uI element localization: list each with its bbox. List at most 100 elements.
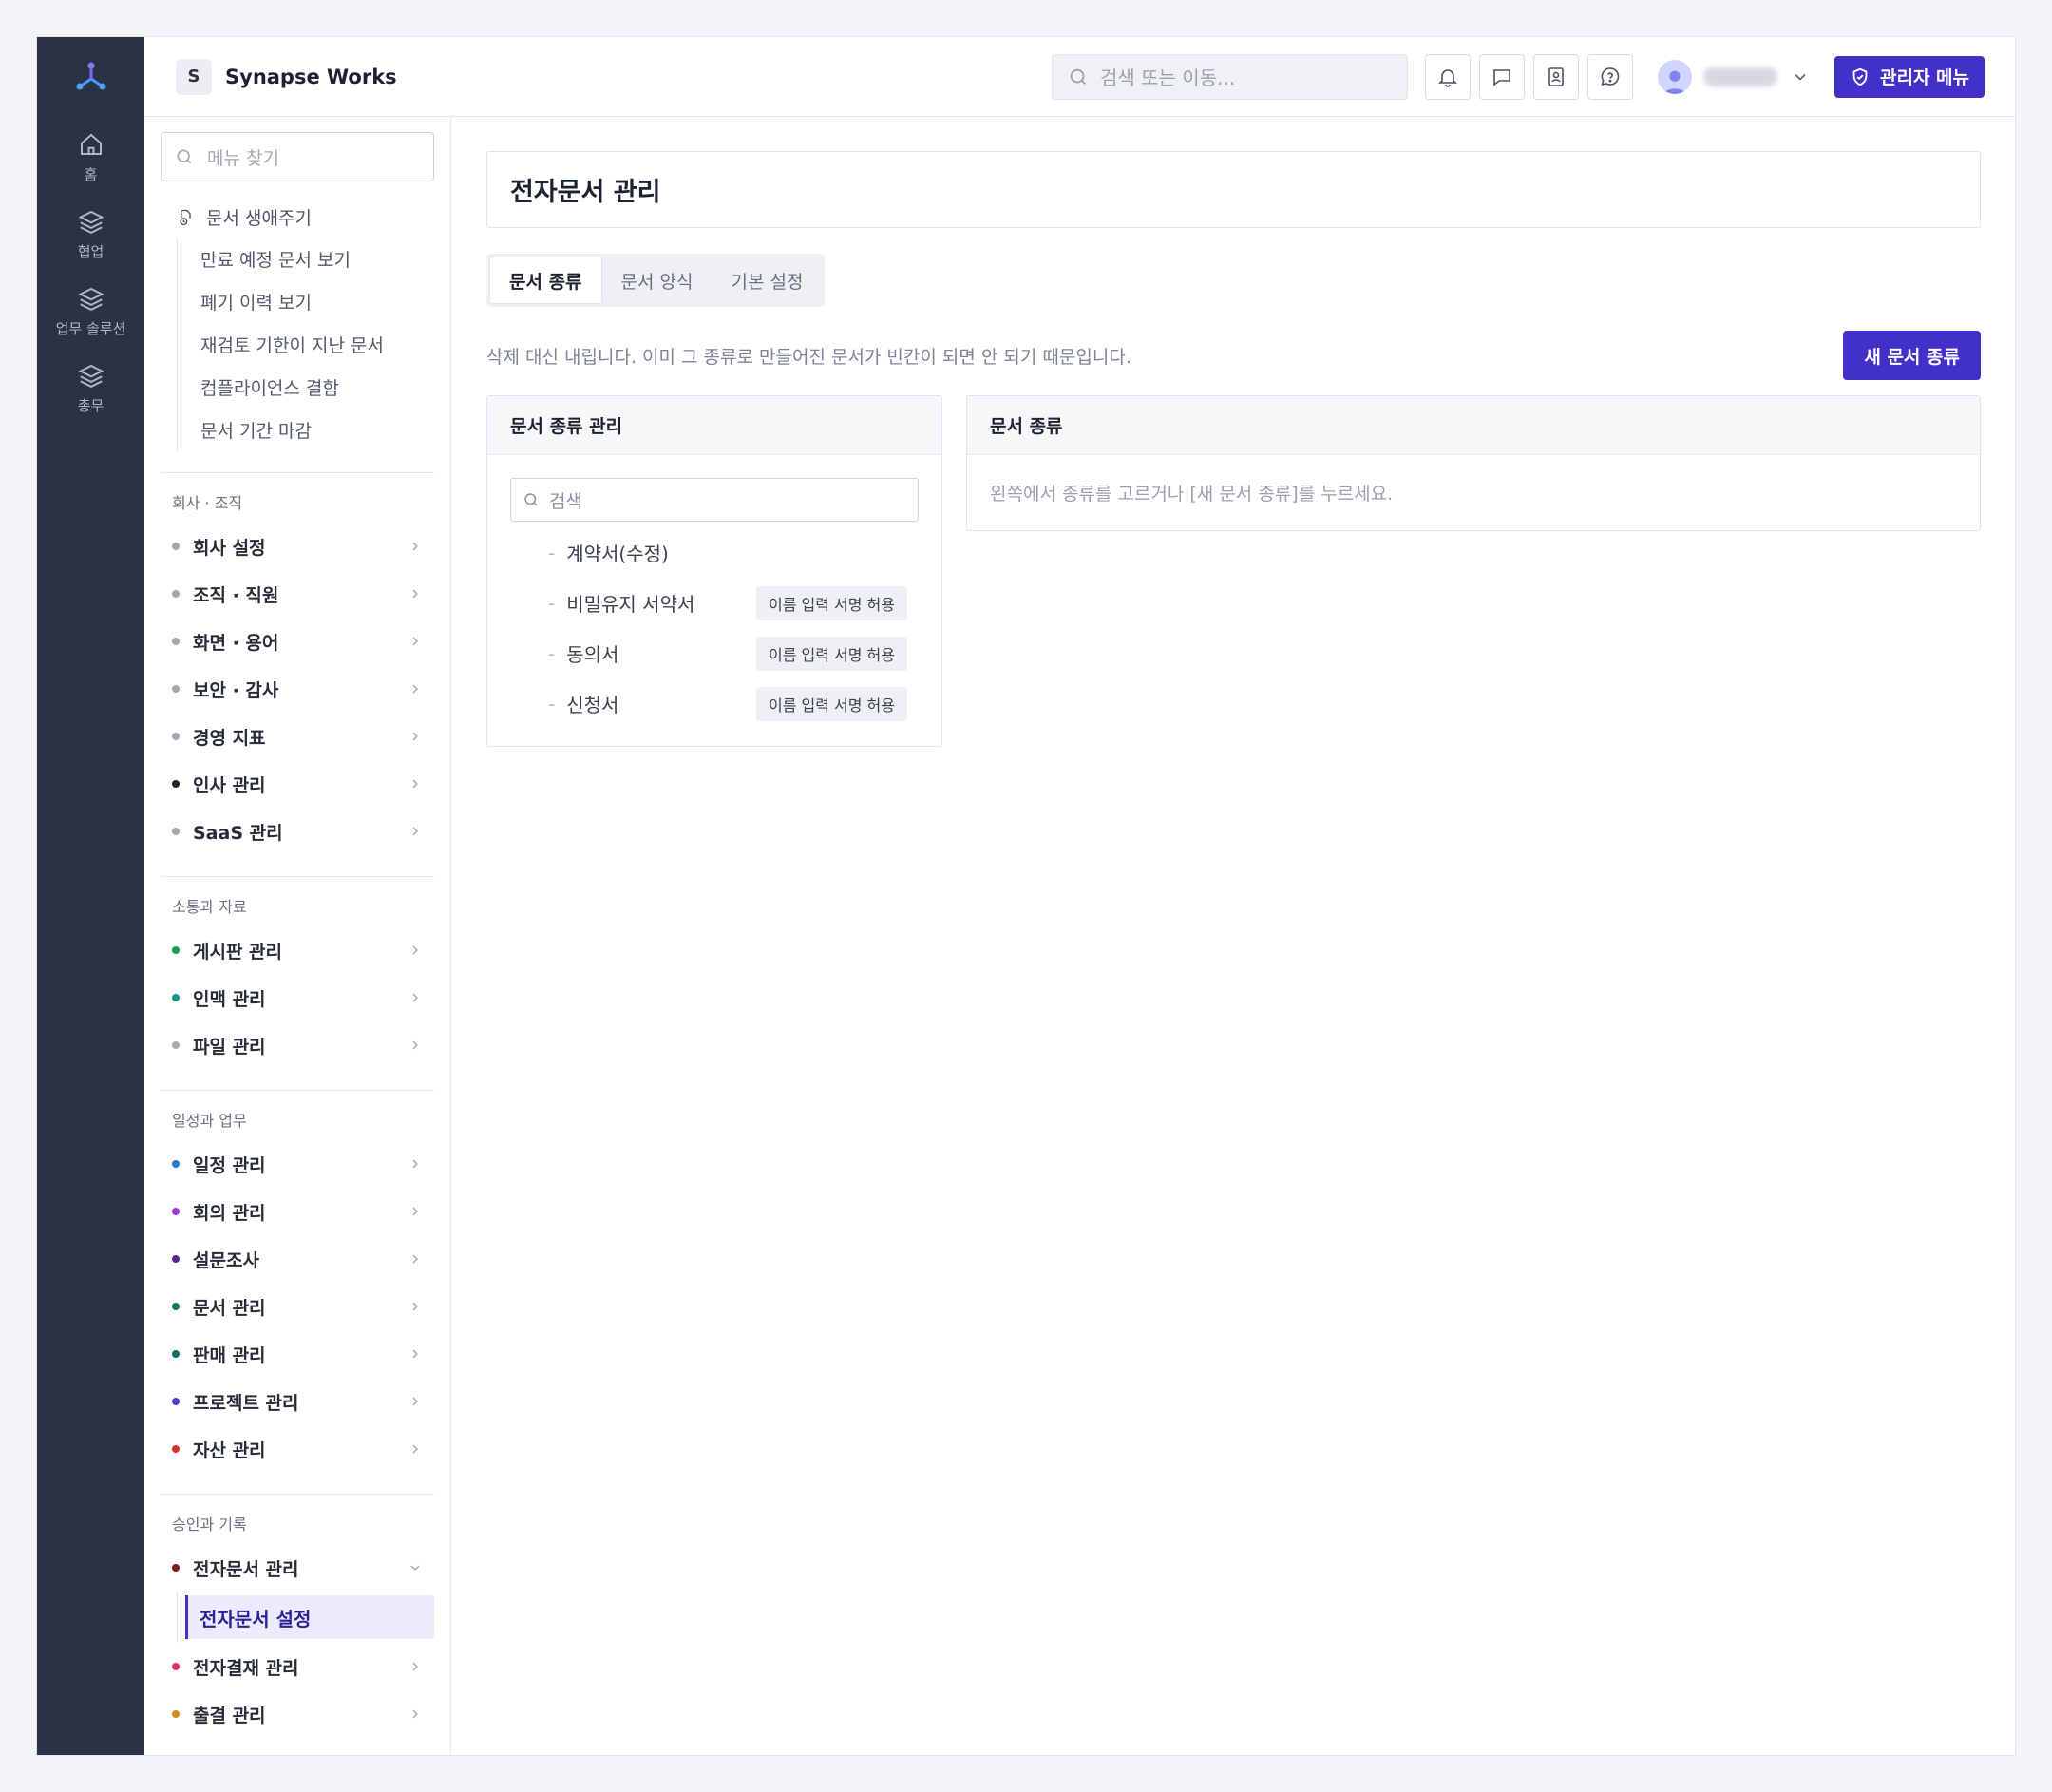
tab-document-types[interactable]: 문서 종류 bbox=[489, 257, 602, 304]
new-document-type-button[interactable]: 새 문서 종류 bbox=[1843, 331, 1981, 380]
chevron-right-icon bbox=[412, 637, 418, 646]
sidebar-item[interactable]: 문서 관리 bbox=[161, 1283, 434, 1330]
content-area: 전자문서 관리 문서 종류 문서 양식 기본 설정 삭제 대신 내립니다. 이미… bbox=[451, 117, 2015, 1755]
sidebar-item[interactable]: 인맥 관리 bbox=[161, 974, 434, 1021]
notifications-button[interactable] bbox=[1424, 53, 1471, 100]
chevron-right-icon bbox=[412, 542, 418, 551]
sidebar-item[interactable]: 인사 관리 bbox=[161, 760, 434, 808]
tab-document-templates[interactable]: 문서 양식 bbox=[602, 257, 712, 304]
tree-dash: - bbox=[548, 541, 556, 564]
sidebar-item[interactable]: 게시판 관리 bbox=[161, 926, 434, 974]
sidebar-item[interactable]: 파일 관리 bbox=[161, 1021, 434, 1069]
rail-item-label: 총무 bbox=[77, 397, 104, 414]
menu-search-input[interactable]: 메뉴 찾기 bbox=[161, 132, 434, 181]
sidebar-item-label: 인맥 관리 bbox=[193, 988, 266, 1010]
status-dot bbox=[172, 1564, 180, 1572]
sidebar-item[interactable]: 경영 지표 bbox=[161, 713, 434, 760]
layers-icon bbox=[78, 364, 104, 388]
sidebar-item-label: 경영 지표 bbox=[193, 727, 266, 749]
status-dot bbox=[172, 1445, 180, 1453]
sidebar-item[interactable]: SaaS 관리 bbox=[161, 808, 434, 855]
sidebar-item-label: 설문조사 bbox=[193, 1249, 259, 1271]
user-icon bbox=[1663, 70, 1686, 94]
lifecycle-item-review-overdue[interactable]: 재검토 기한이 지난 문서 bbox=[178, 323, 434, 366]
menu-section-title: 승인과 기록 bbox=[172, 1516, 247, 1534]
section-divider bbox=[161, 472, 434, 473]
lifecycle-item-expiring[interactable]: 만료 예정 문서 보기 bbox=[178, 238, 434, 280]
lifecycle-list: 만료 예정 문서 보기 폐기 이력 보기 재검토 기한이 지난 문서 컴플라이언… bbox=[177, 238, 434, 451]
sidebar-item[interactable]: 판매 관리 bbox=[161, 1330, 434, 1378]
app-logo-icon[interactable] bbox=[72, 58, 110, 96]
sidebar-item[interactable]: 회사 설정 bbox=[161, 523, 434, 570]
section-divider bbox=[161, 876, 434, 877]
sidebar-item-label: 회사 설정 bbox=[193, 537, 266, 559]
rail-item-solutions[interactable]: 업무 솔루션 bbox=[37, 284, 144, 338]
sidebar-item[interactable]: 일정 관리 bbox=[161, 1140, 434, 1188]
global-search-input[interactable]: 검색 또는 이동... bbox=[1051, 53, 1408, 100]
chevron-right-icon bbox=[412, 945, 418, 955]
document-type-detail-panel: 문서 종류 왼쪽에서 종류를 고르거나 [새 문서 종류]를 누르세요. bbox=[966, 395, 1981, 531]
document-type-row[interactable]: - 신청서 이름 입력 서명 허용 bbox=[510, 678, 919, 729]
rail-item-home[interactable]: 홈 bbox=[37, 130, 144, 184]
user-menu[interactable] bbox=[1657, 59, 1810, 94]
chevron-right-icon bbox=[412, 732, 418, 741]
sidebar-item-label: 문서 관리 bbox=[193, 1297, 266, 1319]
status-dot bbox=[172, 780, 180, 788]
lifecycle-title: 문서 생애주기 bbox=[206, 208, 312, 229]
tab-basic-settings[interactable]: 기본 설정 bbox=[712, 257, 823, 304]
status-dot bbox=[172, 733, 180, 740]
lifecycle-group-header[interactable]: 문서 생애주기 bbox=[161, 204, 434, 230]
chevron-right-icon bbox=[412, 1159, 418, 1169]
home-icon bbox=[80, 133, 102, 155]
sidebar-item[interactable]: 전자문서 관리 bbox=[161, 1544, 434, 1592]
search-icon bbox=[524, 493, 538, 506]
side-menu: 메뉴 찾기 문서 생애주기 만료 예정 문서 보기 폐기 이력 보기 재검토 기… bbox=[144, 117, 451, 1755]
menu-section-title: 일정과 업무 bbox=[172, 1112, 247, 1130]
sidebar-subitem-active[interactable]: 전자문서 설정 bbox=[185, 1595, 434, 1639]
chevron-right-icon bbox=[412, 1397, 418, 1406]
sidebar-item-label: 게시판 관리 bbox=[193, 941, 283, 963]
rail-item-collab[interactable]: 협업 bbox=[37, 207, 144, 261]
status-dot bbox=[172, 994, 180, 1001]
document-type-name: 계약서(수정) bbox=[566, 543, 669, 565]
lifecycle-item-disposal-history[interactable]: 폐기 이력 보기 bbox=[178, 280, 434, 323]
app-window: 홈 협업 업무 솔루션 총무 S Synapse Works 검색 또는 이동.… bbox=[36, 36, 2016, 1756]
contact-book-icon bbox=[1548, 67, 1564, 86]
document-type-name: 동의서 bbox=[566, 643, 619, 666]
sidebar-item[interactable]: 출결 관리 bbox=[161, 1690, 434, 1738]
sidebar-item-label: 보안 · 감사 bbox=[193, 679, 279, 701]
lifecycle-item-compliance-defects[interactable]: 컴플라이언스 결함 bbox=[178, 366, 434, 409]
sidebar-item-label: 화면 · 용어 bbox=[193, 632, 279, 654]
status-dot bbox=[172, 1208, 180, 1215]
sidebar-item[interactable]: 자산 관리 bbox=[161, 1425, 434, 1473]
tree-dash: - bbox=[548, 692, 556, 715]
status-dot bbox=[172, 685, 180, 693]
app-rail: 홈 협업 업무 솔루션 총무 bbox=[37, 37, 144, 1755]
document-type-row[interactable]: - 계약서(수정) bbox=[510, 527, 919, 578]
org-name[interactable]: Synapse Works bbox=[225, 66, 397, 88]
sidebar-item-label: 자산 관리 bbox=[193, 1439, 266, 1461]
chevron-right-icon bbox=[412, 1302, 418, 1311]
status-dot bbox=[172, 946, 180, 954]
sidebar-item[interactable]: 전자결재 관리 bbox=[161, 1643, 434, 1690]
sidebar-item-label: 출결 관리 bbox=[193, 1705, 266, 1726]
org-avatar[interactable]: S bbox=[176, 58, 212, 95]
lifecycle-item-period-closing[interactable]: 문서 기간 마감 bbox=[178, 409, 434, 451]
rail-item-label: 업무 솔루션 bbox=[55, 320, 126, 337]
sidebar-item-label: 전자결재 관리 bbox=[193, 1657, 299, 1679]
sidebar-item[interactable]: 설문조사 bbox=[161, 1235, 434, 1283]
admin-menu-button[interactable]: 관리자 메뉴 bbox=[1834, 55, 1985, 98]
document-type-row[interactable]: - 비밀유지 서약서 이름 입력 서명 허용 bbox=[510, 578, 919, 628]
tree-dash: - bbox=[548, 641, 556, 665]
messages-button[interactable] bbox=[1478, 53, 1525, 100]
document-type-row[interactable]: - 동의서 이름 입력 서명 허용 bbox=[510, 628, 919, 678]
sidebar-item[interactable]: 조직 · 직원 bbox=[161, 570, 434, 618]
sidebar-item[interactable]: 보안 · 감사 bbox=[161, 665, 434, 713]
sidebar-item[interactable]: 회의 관리 bbox=[161, 1188, 434, 1235]
help-button[interactable] bbox=[1586, 53, 1633, 100]
sidebar-item[interactable]: 화면 · 용어 bbox=[161, 618, 434, 665]
rail-item-general-affairs[interactable]: 총무 bbox=[37, 361, 144, 415]
sidebar-item[interactable]: 프로젝트 관리 bbox=[161, 1378, 434, 1425]
contacts-button[interactable] bbox=[1532, 53, 1579, 100]
type-search-input[interactable]: 검색 bbox=[510, 478, 919, 522]
